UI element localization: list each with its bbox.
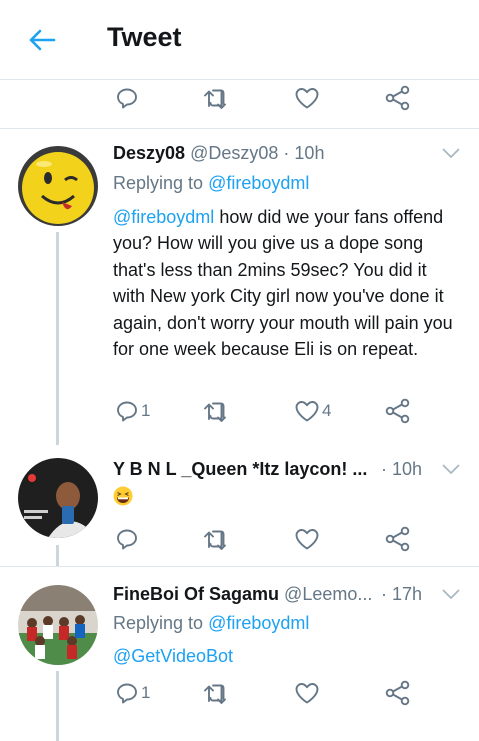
retweet-icon [204,530,226,550]
share-button[interactable] [385,78,411,118]
display-name[interactable]: FineBoi Of Sagamu [113,584,279,604]
share-button[interactable] [385,519,411,559]
retweet-icon [204,402,226,422]
reply-count: 1 [141,401,151,420]
reply-button[interactable] [115,519,139,559]
reply-tweet[interactable]: FineBoi Of Sagamu @Leemo... · 17h Replyi… [0,567,479,741]
share-icon [385,680,410,706]
grinning-squinting-face-emoji-icon [113,486,133,506]
separator-dot: · [381,584,387,604]
winking-smiley-avatar-image [18,146,98,226]
retweet-button[interactable] [203,673,231,713]
tweet-header: Deszy08 @Deszy08 · 10h [113,143,461,169]
share-icon [385,85,410,111]
tweet-text: @GetVideoBot [113,643,463,669]
replying-to-link[interactable]: @fireboydml [208,613,309,633]
avatar[interactable] [18,585,98,665]
like-button[interactable] [294,673,320,713]
display-name[interactable]: Deszy08 [113,143,185,163]
like-button[interactable] [294,519,320,559]
tweet-action-bar: 1 4 [0,391,479,431]
tweet-action-bar [0,519,479,559]
retweet-icon [204,89,226,109]
heart-icon [295,683,319,704]
reply-tweet[interactable]: Deszy08 @Deszy08 · 10h Replying to @fire… [0,129,479,445]
replying-to-link[interactable]: @fireboydml [208,173,309,193]
share-icon [385,526,410,552]
reply-icon [117,529,137,550]
mention-link[interactable]: @fireboydml [113,207,214,227]
arrow-left-icon [29,29,56,51]
retweet-button[interactable] [203,519,231,559]
heart-icon [295,529,319,550]
like-count: 4 [322,401,332,420]
retweet-button[interactable] [203,391,231,431]
tweet-header: Y B N L _Queen *Itz laycon! ... · 10h [113,459,461,485]
tweet-header: FineBoi Of Sagamu @Leemo... · 17h [113,584,461,610]
replying-to: Replying to @fireboydml [113,613,309,634]
back-button[interactable] [24,22,60,58]
mention-link[interactable]: @GetVideoBot [113,646,233,666]
replying-to: Replying to @fireboydml [113,173,309,194]
tweet-text-body: how did we your fans offend you? How wil… [113,207,453,360]
timestamp[interactable]: 10h [392,459,422,479]
replying-to-label: Replying to [113,613,204,633]
chevron-down-icon[interactable] [441,461,461,477]
tweet-text: @fireboydml how did we your fans offend … [113,204,463,362]
tweet-action-bar: 1 [0,673,479,713]
reply-tweet[interactable]: Y B N L _Queen *Itz laycon! ... · 10h [0,445,479,566]
share-icon [385,398,410,424]
share-button[interactable] [385,673,411,713]
separator-dot: · [381,459,387,479]
share-button[interactable] [385,391,411,431]
main-tweet-action-bar [0,78,479,118]
reply-button[interactable]: 1 [115,673,150,713]
like-button[interactable]: 4 [294,391,331,431]
retweet-button[interactable] [203,78,231,118]
like-button[interactable] [294,78,320,118]
reply-button[interactable]: 1 [115,391,150,431]
chevron-down-icon[interactable] [441,145,461,161]
username[interactable]: @Leemo... [284,584,372,604]
replying-to-label: Replying to [113,173,204,193]
page-title: Tweet [107,22,182,52]
timestamp[interactable]: 10h [294,143,324,163]
reply-icon [117,88,137,109]
separator-dot: · [283,143,290,163]
reply-icon [117,683,137,704]
retweet-icon [204,684,226,704]
timestamp[interactable]: 17h [392,584,422,604]
top-bar: Tweet [0,0,479,80]
heart-icon [295,401,319,422]
display-name[interactable]: Y B N L _Queen *Itz laycon! ... [113,459,367,479]
avatar[interactable] [18,146,98,226]
heart-icon [295,88,319,109]
group-photo-avatar-image [18,585,98,665]
username[interactable]: @Deszy08 [190,143,278,163]
reply-count: 1 [141,683,151,702]
reply-button[interactable] [115,78,139,118]
reply-icon [117,401,137,422]
chevron-down-icon[interactable] [441,586,461,602]
